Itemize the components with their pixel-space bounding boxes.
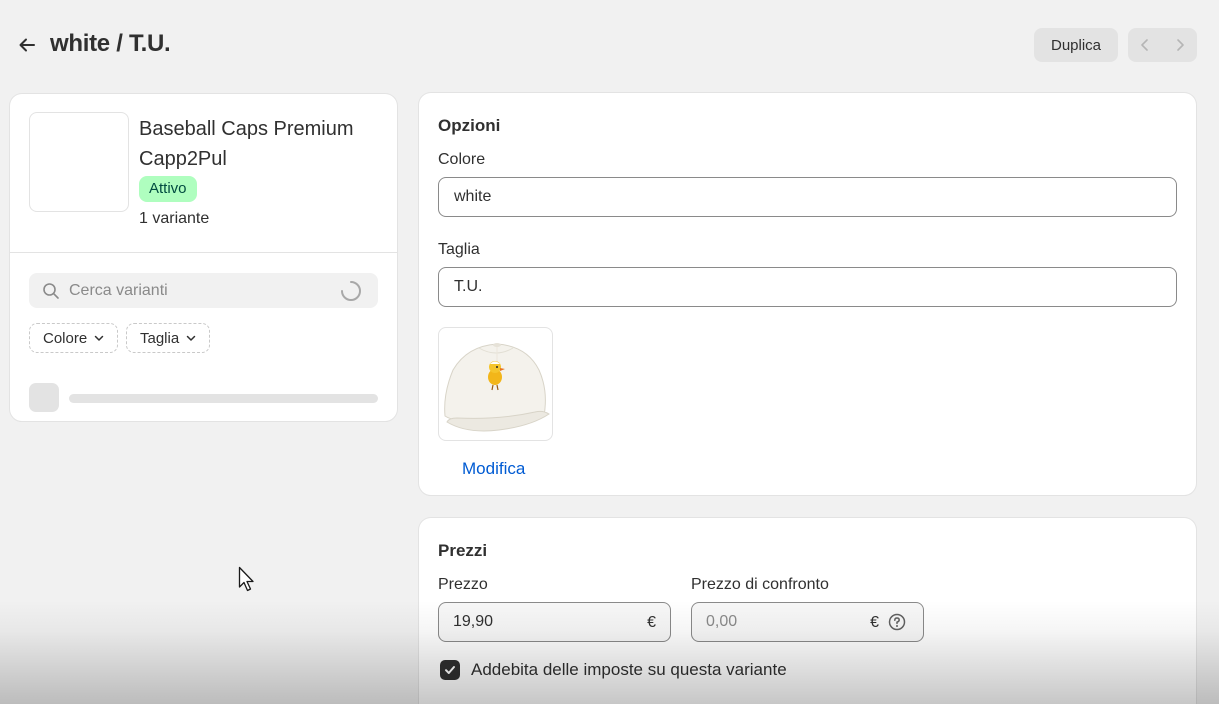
currency-symbol: € <box>870 614 879 631</box>
previous-variant-button[interactable] <box>1128 28 1163 62</box>
product-name[interactable]: Baseball Caps Premium Capp2Pul <box>139 114 379 174</box>
variant-search <box>29 273 378 308</box>
duplicate-button[interactable]: Duplica <box>1034 28 1118 62</box>
price-input[interactable] <box>453 603 603 641</box>
options-card: Opzioni Colore Taglia Modifica <box>419 93 1196 495</box>
filter-label: Taglia <box>140 329 180 347</box>
compare-price-label: Prezzo di confronto <box>691 576 829 593</box>
tax-checkbox[interactable] <box>440 660 460 680</box>
help-icon[interactable] <box>888 613 906 631</box>
variant-count: 1 variante <box>139 210 210 227</box>
prices-title: Prezzi <box>438 541 488 560</box>
prices-card: Prezzi Prezzo Prezzo di confronto € € Ad… <box>419 518 1196 704</box>
page-title: white / T.U. <box>50 30 171 57</box>
edit-media-link[interactable]: Modifica <box>462 459 525 479</box>
mouse-cursor-icon <box>238 566 254 592</box>
options-title: Opzioni <box>438 116 501 135</box>
variant-pager <box>1128 28 1197 62</box>
price-field: € <box>438 602 671 642</box>
loading-spinner-icon <box>341 281 361 301</box>
page-header: white / T.U. Duplica <box>0 0 1219 90</box>
chevron-down-icon <box>94 335 104 341</box>
search-icon <box>43 283 59 299</box>
chevron-left-icon <box>1141 39 1149 51</box>
back-button[interactable] <box>14 32 40 58</box>
compare-price-input[interactable] <box>706 603 856 641</box>
filter-label: Colore <box>43 329 88 347</box>
variant-image[interactable] <box>438 327 553 441</box>
size-field[interactable] <box>438 267 1177 307</box>
skeleton-thumbnail <box>29 383 59 412</box>
arrow-left-icon <box>19 38 35 52</box>
filter-color[interactable]: Colore <box>29 323 119 353</box>
color-field[interactable] <box>438 177 1177 217</box>
chevron-right-icon <box>1176 39 1184 51</box>
compare-price-field: € <box>691 602 924 642</box>
tax-checkbox-label: Addebita delle imposte su questa variant… <box>471 660 787 679</box>
product-summary-card: Baseball Caps Premium Capp2Pul Attivo 1 … <box>10 94 397 421</box>
filter-size[interactable]: Taglia <box>126 323 211 353</box>
status-badge: Attivo <box>139 176 197 202</box>
divider <box>10 252 397 253</box>
color-label: Colore <box>438 151 486 168</box>
next-variant-button[interactable] <box>1163 28 1198 62</box>
search-input[interactable] <box>69 273 329 308</box>
currency-symbol: € <box>647 614 656 631</box>
price-label: Prezzo <box>438 576 488 593</box>
size-label: Taglia <box>438 241 480 258</box>
checkmark-icon <box>445 666 455 674</box>
cap-image <box>444 343 550 432</box>
skeleton-text <box>69 394 378 403</box>
chevron-down-icon <box>186 335 196 341</box>
product-thumbnail[interactable] <box>29 112 129 212</box>
